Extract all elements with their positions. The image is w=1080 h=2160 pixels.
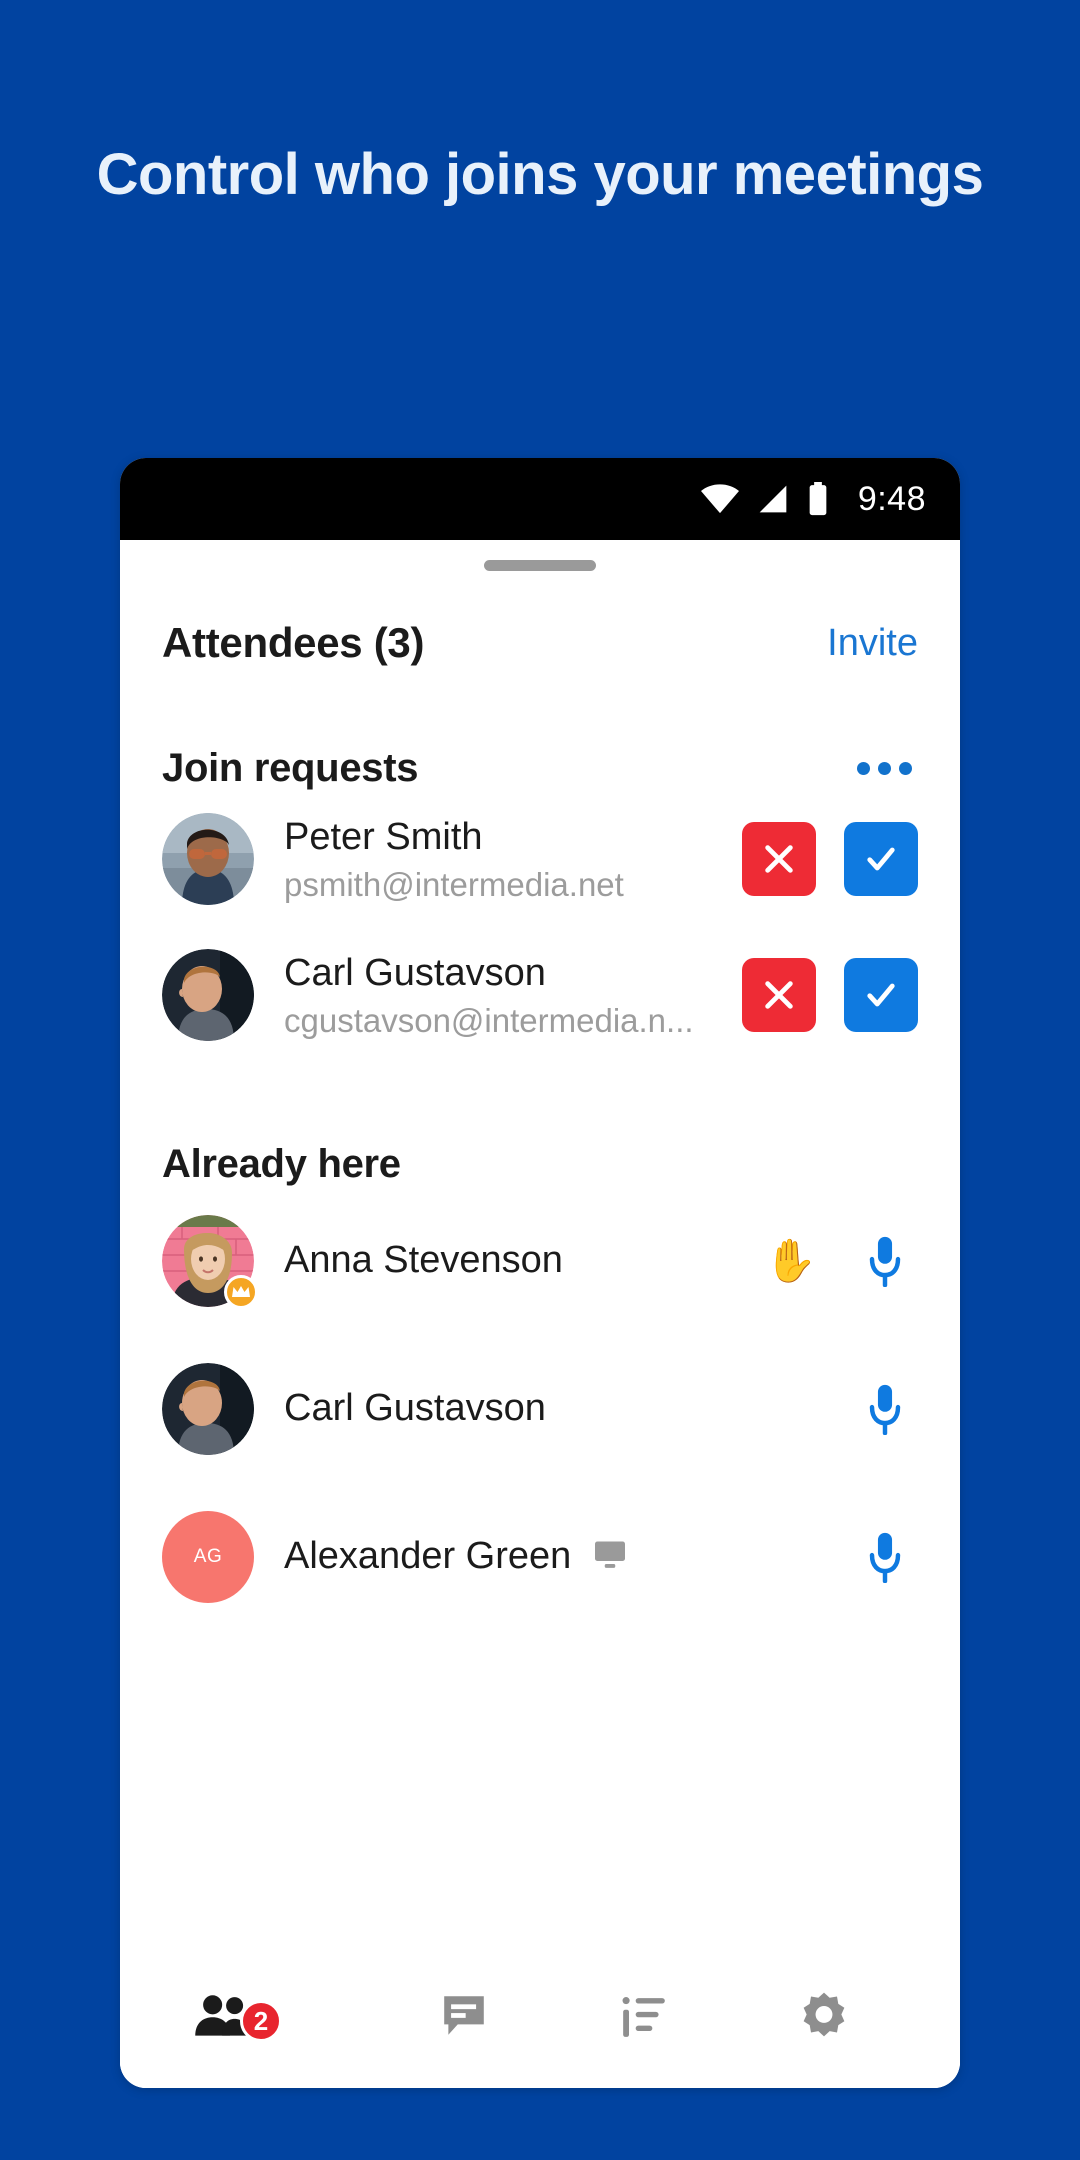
nav-tab-chat[interactable] — [374, 1948, 554, 2088]
promo-headline: Control who joins your meetings — [96, 142, 984, 207]
row-actions — [852, 1376, 918, 1442]
join-requests-header: Join requests — [158, 745, 922, 791]
invite-button[interactable]: Invite — [827, 622, 918, 665]
person-info: Alexander Green — [284, 1533, 852, 1581]
attendees-sheet: Attendees (3) Invite Join requests Peter… — [120, 540, 960, 2088]
microphone-icon[interactable] — [852, 1376, 918, 1442]
bottom-navigation: 2 — [120, 1948, 960, 2088]
join-request-row[interactable]: Carl Gustavson cgustavson@intermedia.n..… — [158, 927, 922, 1063]
close-icon — [765, 845, 793, 873]
attendees-title: Attendees (3) — [162, 619, 425, 666]
attendee-row[interactable]: Anna Stevenson ✋ — [158, 1187, 922, 1335]
person-info: Carl Gustavson — [284, 1385, 852, 1433]
person-name: Peter Smith — [284, 816, 483, 859]
person-email: cgustavson@intermedia.n... — [284, 1001, 694, 1039]
nav-tab-settings[interactable] — [734, 1948, 914, 2088]
sheet-drag-handle[interactable] — [484, 560, 596, 571]
row-actions: ✋ — [758, 1228, 918, 1294]
accept-join-request-button[interactable] — [844, 958, 918, 1032]
close-icon — [765, 981, 793, 1009]
avatar — [162, 813, 254, 905]
avatar — [162, 949, 254, 1041]
avatar-photo-peter-smith — [162, 813, 254, 905]
battery-icon — [806, 482, 830, 516]
settings-gear-icon — [798, 1990, 850, 2047]
accept-join-request-button[interactable] — [844, 822, 918, 896]
avatar-photo-carl-gustavson — [162, 1363, 254, 1455]
person-name: Alexander Green — [284, 1535, 572, 1578]
more-options-icon[interactable] — [851, 752, 918, 785]
sheet-body: Attendees (3) Invite Join requests Peter… — [120, 575, 960, 1948]
check-icon — [867, 847, 895, 871]
join-request-row[interactable]: Peter Smith psmith@intermedia.net — [158, 791, 922, 927]
already-here-header: Already here — [158, 1141, 922, 1187]
person-info: Carl Gustavson cgustavson@intermedia.n..… — [284, 950, 742, 1040]
person-name: Carl Gustavson — [284, 1387, 546, 1430]
microphone-icon[interactable] — [852, 1228, 918, 1294]
chat-icon — [439, 1991, 489, 2046]
microphone-icon[interactable] — [852, 1524, 918, 1590]
avatar — [162, 1215, 258, 1309]
status-bar: 9:48 — [120, 458, 960, 540]
host-crown-icon — [224, 1275, 258, 1309]
person-info: Peter Smith psmith@intermedia.net — [284, 814, 742, 904]
participants-badge: 2 — [240, 2000, 282, 2042]
attendees-header: Attendees (3) Invite — [158, 619, 922, 667]
avatar-initials: AG — [162, 1511, 254, 1603]
phone-mockup: 9:48 Attendees (3) Invite Join requests — [120, 458, 960, 2088]
avatar — [162, 1363, 254, 1455]
nav-tab-notes[interactable] — [554, 1948, 734, 2088]
wifi-icon — [700, 484, 740, 514]
avatar: AG — [162, 1511, 254, 1603]
notes-list-icon — [619, 1991, 669, 2046]
person-email: psmith@intermedia.net — [284, 865, 624, 903]
nav-tab-participants[interactable]: 2 — [166, 1948, 374, 2088]
join-requests-title: Join requests — [162, 745, 419, 790]
raised-hand-icon[interactable]: ✋ — [758, 1228, 824, 1294]
person-name: Carl Gustavson — [284, 952, 546, 995]
screen-share-icon — [593, 1540, 627, 1575]
drag-handle-container — [120, 540, 960, 575]
cellular-signal-icon — [756, 484, 790, 514]
person-name: Anna Stevenson — [284, 1239, 563, 1282]
avatar-photo-carl-gustavson — [162, 949, 254, 1041]
attendee-row[interactable]: Carl Gustavson — [158, 1335, 922, 1483]
check-icon — [867, 983, 895, 1007]
row-actions — [852, 1524, 918, 1590]
deny-join-request-button[interactable] — [742, 822, 816, 896]
already-here-title: Already here — [162, 1141, 401, 1186]
attendee-row[interactable]: AG Alexander Green — [158, 1483, 922, 1631]
row-actions — [742, 822, 918, 896]
person-info: Anna Stevenson — [284, 1237, 758, 1285]
deny-join-request-button[interactable] — [742, 958, 816, 1032]
row-actions — [742, 958, 918, 1032]
status-bar-time: 9:48 — [857, 479, 926, 518]
